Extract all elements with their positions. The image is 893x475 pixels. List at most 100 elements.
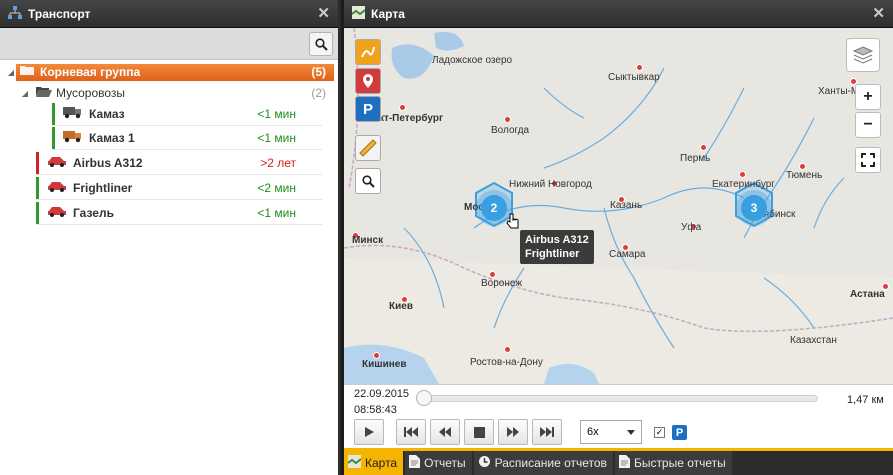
parking-icon: P	[362, 100, 373, 118]
vehicle-name: Камаз 1	[89, 130, 135, 145]
tab-quick-reports[interactable]: Быстрые отчеты	[614, 451, 732, 475]
playback-speed-value: 6x	[587, 426, 599, 438]
vehicle-last-seen: <1 мин	[257, 130, 296, 145]
map-panel-title: Карта	[371, 6, 405, 21]
zoom-out-button[interactable]: −	[855, 112, 881, 138]
playback-date: 22.09.2015	[354, 388, 410, 400]
city-ladoga: Ладожское озеро	[432, 55, 513, 66]
fullscreen-button[interactable]	[855, 147, 881, 173]
vehicle-row-kamaz[interactable]: Камаз <1 мин	[52, 102, 322, 126]
vehicle-row-kamaz-1[interactable]: Камаз 1 <1 мин	[52, 126, 322, 150]
car-icon	[47, 155, 67, 170]
search-icon	[361, 174, 375, 188]
transport-panel-header: Транспорт ✕	[0, 0, 338, 28]
city-dot	[636, 64, 643, 71]
zoom-in-button[interactable]: +	[855, 84, 881, 110]
city-dot	[504, 116, 511, 123]
tree-structure-icon	[8, 5, 22, 22]
collapse-arrow-icon[interactable]: ◢	[6, 68, 16, 77]
vehicle-cluster-urals[interactable]: 3	[736, 190, 772, 226]
city-perm: Пермь	[680, 153, 711, 164]
show-parking-checkbox[interactable]: ✓	[654, 427, 665, 438]
skip-to-start-button[interactable]	[396, 419, 426, 445]
vehicle-row-airbus[interactable]: Airbus A312 >2 лет	[36, 151, 322, 175]
search-bar	[0, 28, 338, 60]
city-tyumen: Тюмень	[786, 170, 823, 181]
cluster-tooltip: Airbus A312 Frightliner	[520, 230, 594, 264]
map-canvas[interactable]: Ладожское озеро Санкт-Петербург Сыктывка…	[344, 28, 893, 384]
status-stripe	[36, 151, 39, 174]
city-ekb: Екатеринбург	[712, 179, 775, 190]
collapse-arrow-icon[interactable]: ◢	[20, 89, 30, 98]
tooltip-line: Airbus A312	[525, 234, 589, 246]
skip-forward-icon	[540, 427, 554, 437]
transport-panel: Транспорт ✕ ◢ Корневая группа (5) ◢ Мусо…	[0, 0, 341, 475]
skip-to-end-button[interactable]	[532, 419, 562, 445]
tab-report-schedule[interactable]: Расписание отчетов	[473, 451, 613, 475]
tree-group-garbage-trucks[interactable]: ◢ Мусоровозы (2)	[20, 82, 338, 104]
vehicle-row-frightliner[interactable]: Frightliner <2 мин	[36, 176, 322, 200]
map-icon	[351, 5, 366, 22]
geofence-tool-button[interactable]	[355, 68, 381, 94]
transport-panel-title: Транспорт	[28, 6, 91, 21]
city-syktyvkar: Сыктывкар	[608, 72, 660, 83]
close-icon[interactable]: ✕	[317, 6, 330, 21]
layers-icon	[852, 46, 874, 64]
tab-label: Расписание отчетов	[494, 456, 607, 470]
parking-tool-button[interactable]: P	[355, 96, 381, 122]
garbage-truck-icon	[63, 105, 83, 122]
vehicle-row-gazel[interactable]: Газель <1 мин	[36, 201, 322, 225]
fullscreen-icon	[861, 153, 875, 167]
vehicle-name: Airbus A312	[73, 155, 143, 170]
garbage-truck-icon	[63, 129, 83, 146]
city-ufa: Уфа	[681, 222, 702, 233]
clock-icon	[478, 455, 491, 471]
city-voronezh: Воронеж	[481, 278, 523, 289]
city-dot	[373, 352, 380, 359]
city-minsk: Минск	[352, 235, 384, 246]
stop-button[interactable]	[464, 419, 494, 445]
vehicle-last-seen: <1 мин	[257, 205, 296, 220]
tab-label: Отчеты	[424, 456, 466, 470]
city-chisinau: Кишинев	[362, 359, 407, 370]
play-button[interactable]	[354, 419, 384, 445]
route-icon	[361, 46, 375, 58]
map-panel: Карта ✕ Ладожское озеро Санкт-Петербург …	[344, 0, 893, 475]
close-icon[interactable]: ✕	[872, 6, 885, 21]
tab-label: Быстрые отчеты	[633, 456, 726, 470]
rewind-button[interactable]	[430, 419, 460, 445]
fast-forward-button[interactable]	[498, 419, 528, 445]
map-search-button[interactable]	[355, 168, 381, 194]
document-icon	[618, 455, 630, 471]
tab-reports[interactable]: Отчеты	[405, 451, 472, 475]
vehicle-last-seen: >2 лет	[260, 155, 296, 170]
group-label: Мусоровозы	[56, 86, 126, 100]
folder-open-icon	[36, 86, 52, 100]
ruler-tool-button[interactable]	[355, 135, 381, 161]
vehicle-last-seen: <2 мин	[257, 180, 296, 195]
layers-button[interactable]	[846, 38, 880, 72]
tree-root-group[interactable]: ◢ Корневая группа (5)	[6, 62, 334, 82]
playback-time: 08:58:43	[354, 404, 397, 416]
play-icon	[365, 427, 374, 437]
rewind-icon	[439, 427, 451, 437]
document-icon	[409, 455, 421, 471]
map-icon	[347, 455, 362, 471]
vehicle-name: Камаз	[89, 106, 125, 121]
playback-track[interactable]	[416, 395, 818, 402]
map-pin-icon	[363, 74, 373, 88]
search-button[interactable]	[309, 32, 333, 56]
status-stripe	[36, 201, 39, 224]
track-tool-button[interactable]	[355, 39, 381, 65]
cluster-count: 2	[481, 195, 507, 221]
fast-forward-icon	[507, 427, 519, 437]
tab-label: Карта	[365, 456, 398, 470]
playback-slider-handle[interactable]	[416, 390, 432, 406]
car-icon	[47, 180, 67, 195]
status-stripe	[36, 176, 39, 199]
playback-speed-select[interactable]: 6x	[580, 420, 642, 444]
root-group-count: (5)	[311, 65, 326, 79]
city-kyiv: Киев	[389, 301, 413, 312]
car-icon	[47, 205, 67, 220]
tab-map[interactable]: Карта	[344, 451, 404, 475]
